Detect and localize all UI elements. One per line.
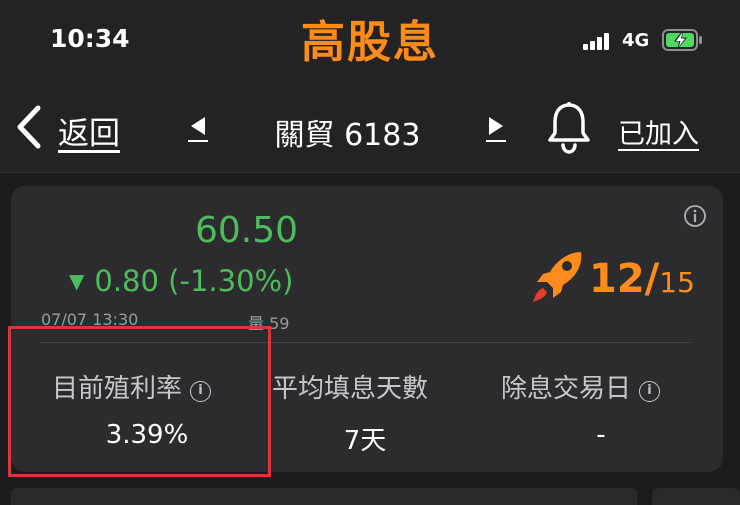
fill-days-label: 平均填息天數	[272, 374, 429, 404]
down-triangle-icon: ▼	[69, 269, 85, 293]
price-change-value: 0.80 (-1.30%)	[94, 264, 294, 298]
navigation-bar: 返回 關貿 6183 已加入	[0, 80, 740, 173]
fill-days-value: 7天	[343, 426, 387, 456]
highlight-annotation-box	[8, 326, 271, 477]
price-change: ▼ 0.80 (-1.30%)	[69, 264, 293, 298]
battery-charging-icon	[662, 29, 702, 51]
dividend-rank: 12/15	[589, 256, 695, 302]
rank-separator: /	[644, 256, 660, 302]
info-icon[interactable]: i	[639, 381, 661, 402]
ex-dividend-date-value: -	[596, 420, 606, 450]
section-tab	[652, 488, 740, 505]
bell-icon[interactable]	[546, 100, 592, 156]
ex-dividend-date-label-text: 除息交易日	[501, 374, 632, 404]
network-type: 4G	[622, 30, 650, 51]
back-button[interactable]: 返回	[58, 108, 120, 153]
chevron-left-icon[interactable]	[12, 104, 46, 150]
status-bar: 10:34 高股息 4G	[0, 0, 740, 80]
next-stock-icon[interactable]	[484, 114, 508, 144]
added-to-watchlist-button[interactable]: 已加入	[618, 112, 699, 151]
rocket-icon	[533, 252, 582, 302]
section-tab	[11, 488, 637, 505]
rank-total: 15	[659, 266, 695, 299]
ex-dividend-date-label: 除息交易日 i	[501, 368, 661, 405]
next-section-peek	[0, 482, 740, 505]
info-icon[interactable]	[683, 204, 707, 228]
rank-value: 12	[589, 256, 645, 302]
stock-title: 關貿 6183	[274, 118, 421, 153]
cellular-signal-icon	[583, 30, 615, 50]
stock-price: 60.50	[195, 210, 299, 251]
previous-stock-icon[interactable]	[186, 114, 210, 144]
